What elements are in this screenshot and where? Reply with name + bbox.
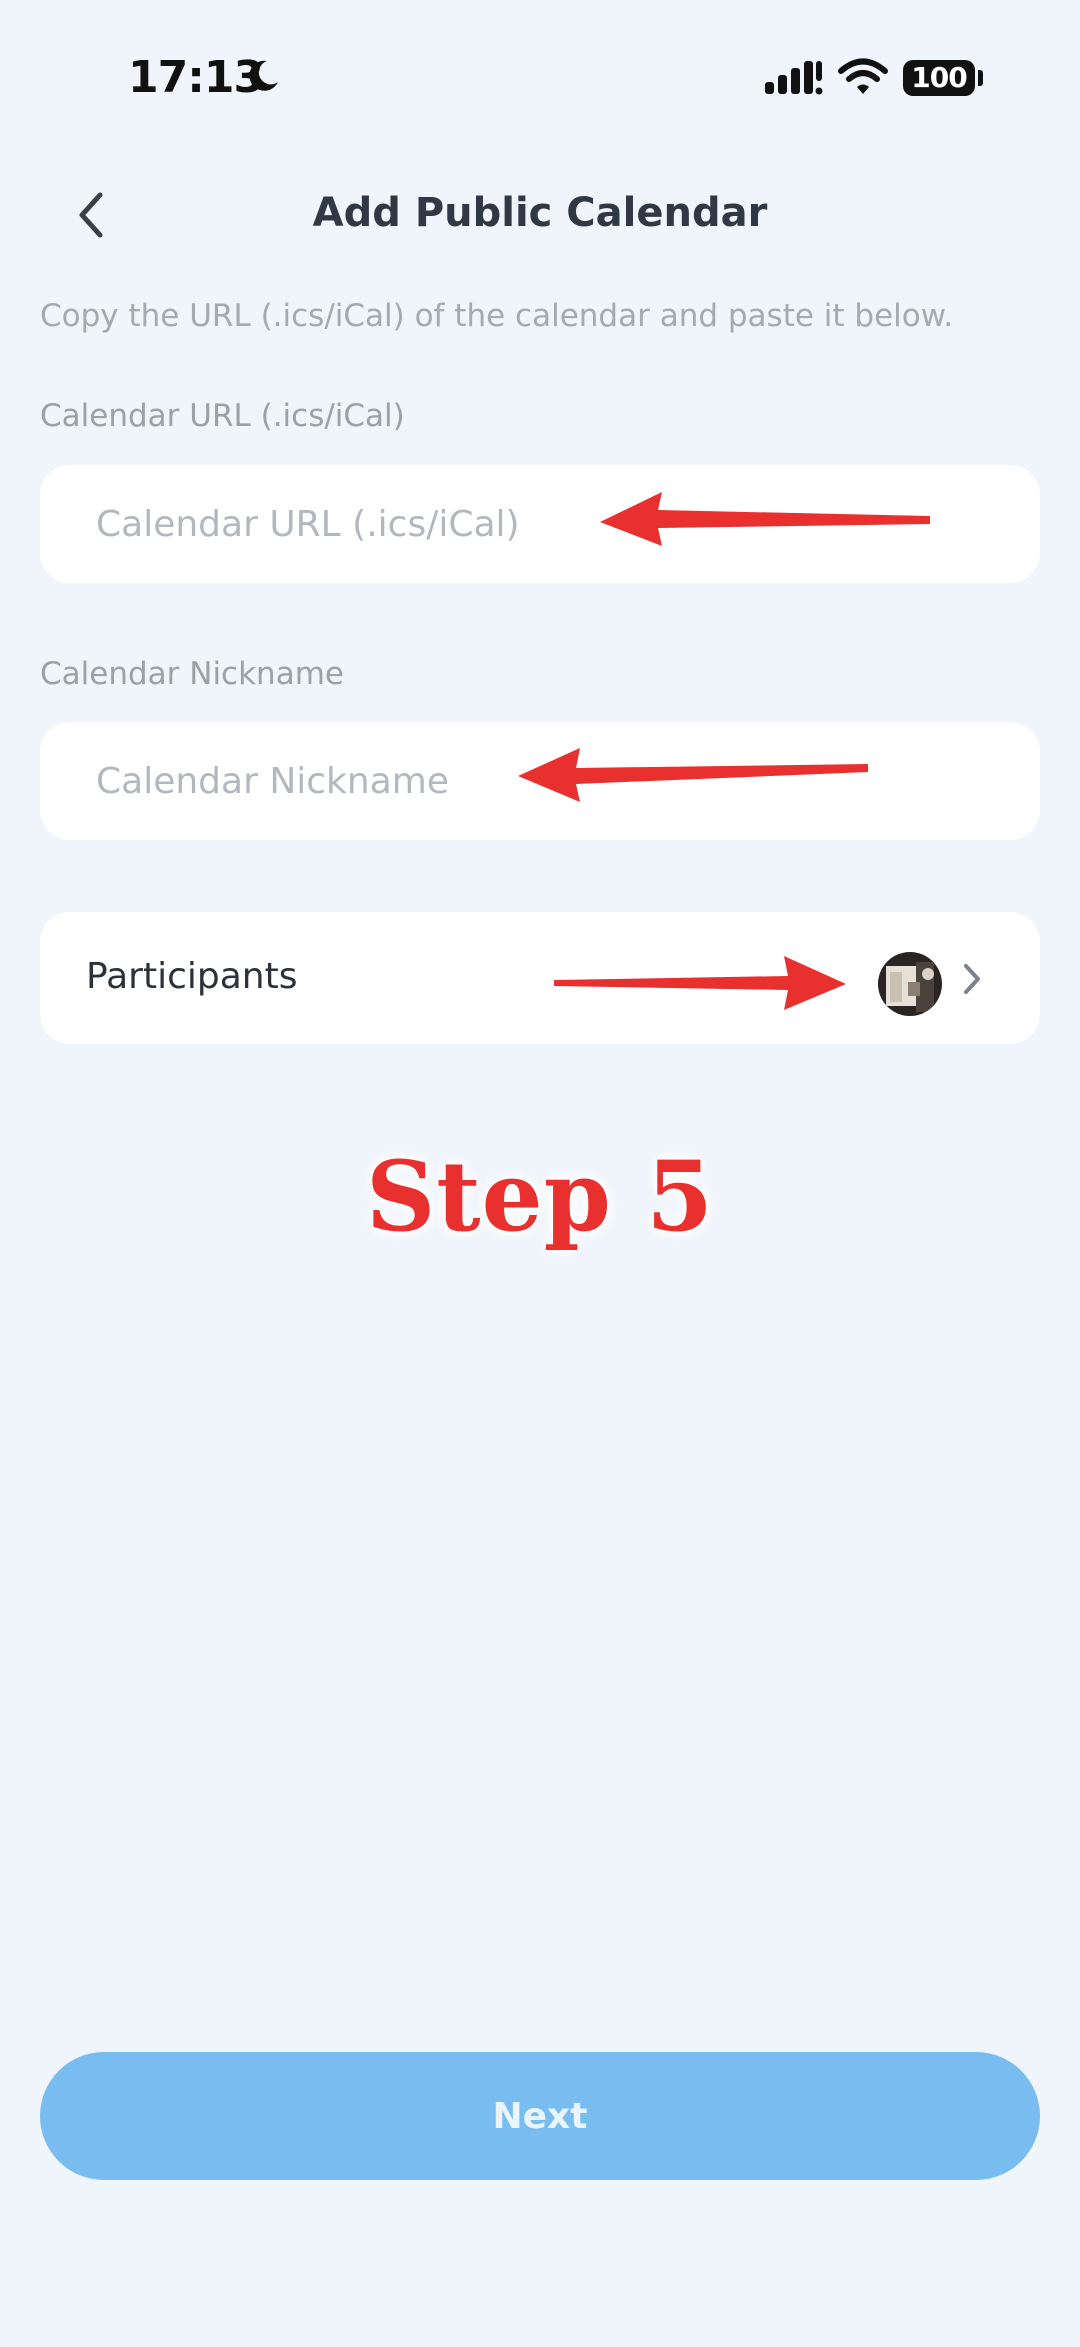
page-title: Add Public Calendar [312,190,768,236]
battery-icon: 100 [903,60,975,96]
chevron-right-icon [964,964,980,994]
status-time: 17:13 [128,52,264,103]
participants-row[interactable]: Participants [40,912,1040,1044]
instruction-text: Copy the URL (.ics/iCal) of the calendar… [40,298,954,334]
calendar-url-input[interactable] [40,465,1040,583]
signal-icon [765,61,823,95]
wifi-icon [838,58,888,94]
calendar-nickname-card [40,722,1040,840]
next-button[interactable]: Next [40,2052,1040,2180]
avatar [878,952,942,1016]
moon-icon [249,60,278,91]
calendar-nickname-input[interactable] [40,722,1040,840]
step-label: Step 5 [365,1140,715,1253]
calendar-url-card [40,465,1040,583]
participants-label: Participants [86,956,298,997]
calendar-nickname-label: Calendar Nickname [40,656,344,692]
battery-tip [978,70,983,86]
calendar-url-label: Calendar URL (.ics/iCal) [40,398,405,434]
